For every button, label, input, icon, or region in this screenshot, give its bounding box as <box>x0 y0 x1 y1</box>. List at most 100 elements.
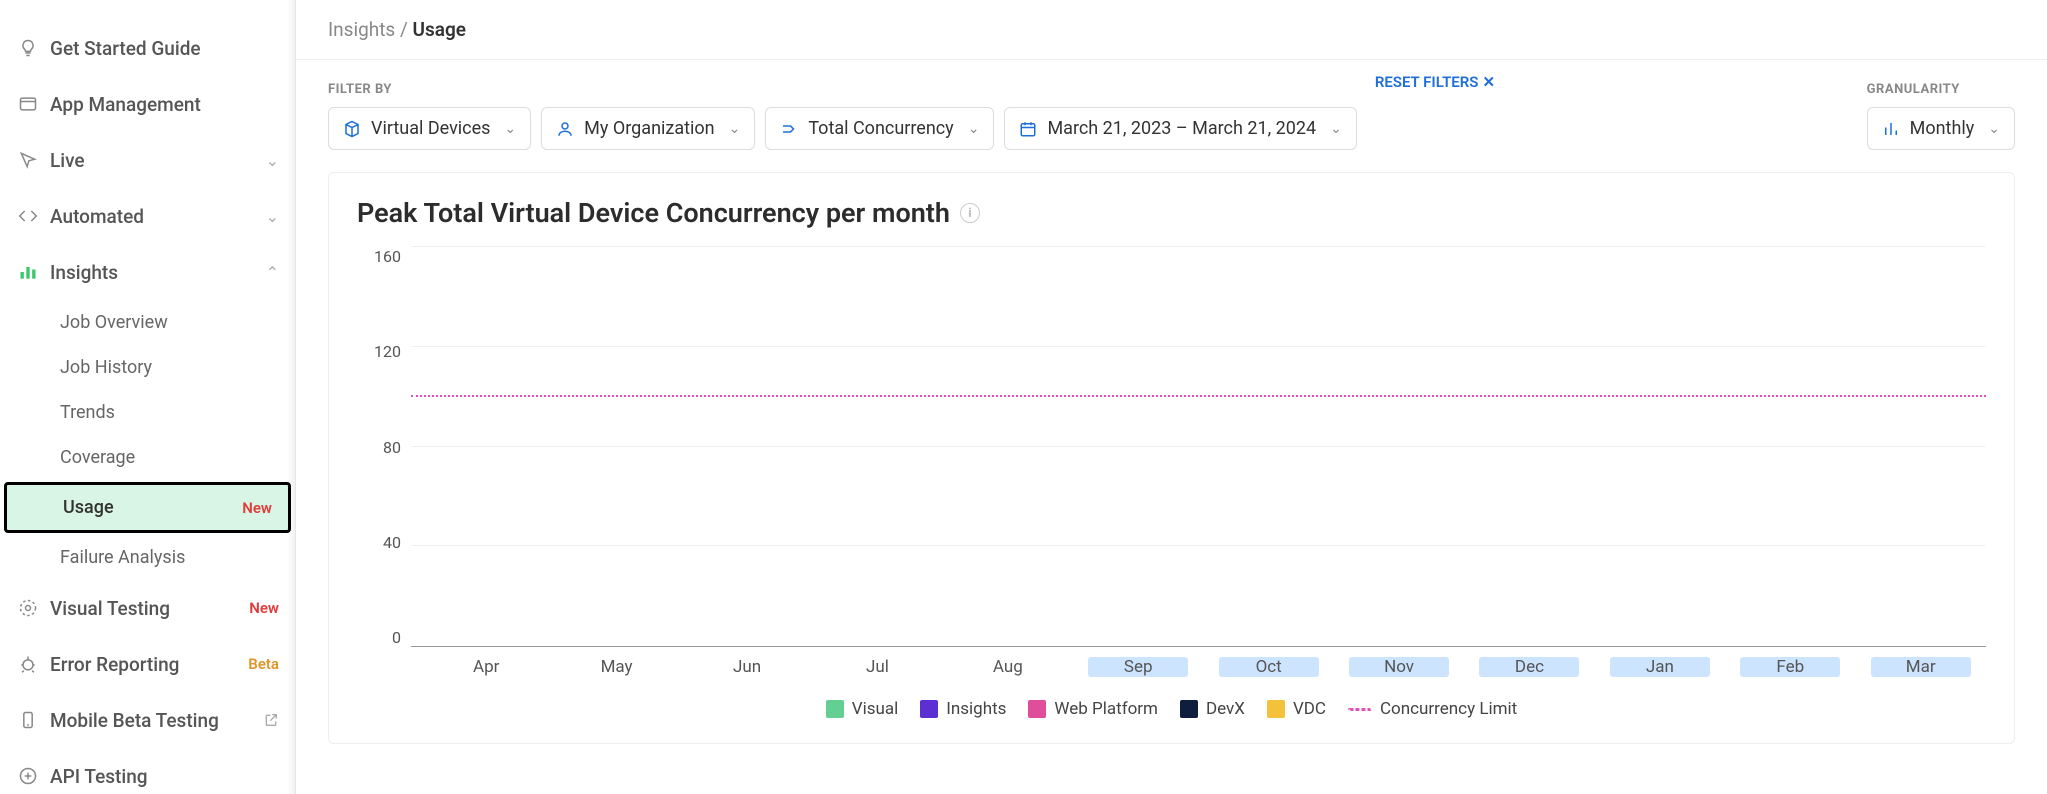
reset-filters[interactable]: RESET FILTERS ✕ <box>1375 73 1495 91</box>
nav-label: Live <box>50 149 85 172</box>
cube-icon <box>343 120 361 138</box>
x-tick: Nov <box>1349 657 1449 677</box>
code-icon <box>16 204 40 228</box>
nav-automated[interactable]: Automated ⌄ <box>0 188 295 244</box>
sub-failure-analysis[interactable]: Failure Analysis <box>0 535 295 580</box>
legend-item[interactable]: Web Platform <box>1028 699 1158 719</box>
sub-coverage[interactable]: Coverage <box>0 435 295 480</box>
legend-swatch <box>1180 700 1198 718</box>
api-icon <box>16 764 40 788</box>
sub-job-overview[interactable]: Job Overview <box>0 300 295 345</box>
x-tick: Sep <box>1088 657 1188 677</box>
new-badge: New <box>249 599 279 617</box>
nav-label: Mobile Beta Testing <box>50 709 219 732</box>
y-tick: 160 <box>374 247 401 266</box>
eye-target-icon <box>16 596 40 620</box>
filter-daterange[interactable]: March 21, 2023 – March 21, 2024 ⌄ <box>1004 107 1356 150</box>
x-tick: Feb <box>1740 657 1840 677</box>
nav-error-reporting[interactable]: Error Reporting Beta <box>0 636 295 692</box>
sub-job-history[interactable]: Job History <box>0 345 295 390</box>
x-tick: Oct <box>1219 657 1319 677</box>
chart-card: Peak Total Virtual Device Concurrency pe… <box>328 172 2015 744</box>
nav-label: Visual Testing <box>50 597 170 620</box>
legend-item[interactable]: Concurrency Limit <box>1348 699 1517 719</box>
chart-legend: Visual Insights Web Platform DevX VDC Concurr… <box>357 699 1986 719</box>
nav-label: Insights <box>50 261 118 284</box>
info-icon[interactable]: i <box>960 203 980 223</box>
sub-usage[interactable]: Usage New <box>4 482 291 533</box>
nav-live[interactable]: Live ⌄ <box>0 132 295 188</box>
sub-trends[interactable]: Trends <box>0 390 295 435</box>
filter-devices[interactable]: Virtual Devices ⌄ <box>328 107 531 150</box>
chart-title: Peak Total Virtual Device Concurrency pe… <box>357 197 1986 229</box>
nav-label: API Testing <box>50 765 148 788</box>
external-link-icon <box>263 712 279 728</box>
chevron-down-icon: ⌄ <box>1330 121 1342 137</box>
legend-swatch <box>920 700 938 718</box>
chevron-down-icon: ⌄ <box>729 121 741 137</box>
bug-icon <box>16 652 40 676</box>
nav-get-started[interactable]: Get Started Guide <box>0 20 295 76</box>
mobile-icon <box>16 708 40 732</box>
nav-label: App Management <box>50 93 201 116</box>
nav-app-management[interactable]: App Management <box>0 76 295 132</box>
legend-item[interactable]: DevX <box>1180 699 1245 719</box>
bar-chart-icon <box>16 260 40 284</box>
close-icon: ✕ <box>1482 73 1495 91</box>
new-badge: New <box>242 499 272 517</box>
legend-swatch <box>1348 708 1372 711</box>
y-tick: 80 <box>383 438 401 457</box>
bars-icon <box>1882 120 1900 138</box>
flow-icon <box>780 120 798 138</box>
chart-plot: 160 120 80 40 0 <box>357 247 1986 647</box>
nav-insights[interactable]: Insights ⌃ <box>0 244 295 300</box>
legend-swatch <box>1028 700 1046 718</box>
cursor-icon <box>16 148 40 172</box>
chevron-down-icon: ⌄ <box>968 121 980 137</box>
y-tick: 0 <box>392 628 401 647</box>
legend-item[interactable]: Insights <box>920 699 1006 719</box>
x-tick: Aug <box>958 657 1058 677</box>
x-tick: Jan <box>1610 657 1710 677</box>
legend-item[interactable]: VDC <box>1267 699 1326 719</box>
y-tick: 120 <box>374 342 401 361</box>
chevron-up-icon: ⌃ <box>266 263 279 282</box>
nav-visual-testing[interactable]: Visual Testing New <box>0 580 295 636</box>
chevron-down-icon: ⌄ <box>266 207 279 226</box>
filter-concurrency[interactable]: Total Concurrency ⌄ <box>765 107 994 150</box>
filter-bar: FILTER BY Virtual Devices ⌄ My Organizat <box>296 60 2047 172</box>
chevron-down-icon: ⌄ <box>266 151 279 170</box>
legend-item[interactable]: Visual <box>826 699 898 719</box>
x-tick: Jun <box>697 657 797 677</box>
x-tick: Apr <box>436 657 536 677</box>
user-icon <box>556 120 574 138</box>
beta-badge: Beta <box>248 655 279 673</box>
chevron-down-icon: ⌄ <box>504 121 516 137</box>
filter-org[interactable]: My Organization ⌄ <box>541 107 755 150</box>
x-tick: Mar <box>1871 657 1971 677</box>
breadcrumb-parent[interactable]: Insights <box>328 18 395 41</box>
lightbulb-icon <box>16 36 40 60</box>
legend-swatch <box>826 700 844 718</box>
nav-label: Automated <box>50 205 144 228</box>
nav-mobile-beta-testing[interactable]: Mobile Beta Testing <box>0 692 295 748</box>
x-tick: Jul <box>827 657 927 677</box>
main-content: Insights / Usage FILTER BY Virtual Devic… <box>296 0 2047 794</box>
concurrency-limit-line <box>411 395 1986 397</box>
x-axis: AprMayJunJulAugSepOctNovDecJanFebMar <box>357 647 1986 677</box>
y-axis: 160 120 80 40 0 <box>357 247 411 647</box>
nav-api-testing[interactable]: API Testing <box>0 748 295 794</box>
breadcrumb: Insights / Usage <box>296 0 2047 60</box>
nav-label: Get Started Guide <box>50 37 201 60</box>
window-icon <box>16 92 40 116</box>
x-tick: May <box>567 657 667 677</box>
granularity-select[interactable]: Monthly ⌄ <box>1867 107 2015 150</box>
filter-by-label: FILTER BY <box>328 82 1495 97</box>
breadcrumb-current: Usage <box>413 18 466 41</box>
chevron-down-icon: ⌄ <box>1988 121 2000 137</box>
nav-label: Error Reporting <box>50 653 179 676</box>
y-tick: 40 <box>383 533 401 552</box>
granularity-label: GRANULARITY <box>1867 82 2015 97</box>
sidebar: Get Started Guide App Management Live ⌄ … <box>0 0 296 794</box>
legend-swatch <box>1267 700 1285 718</box>
